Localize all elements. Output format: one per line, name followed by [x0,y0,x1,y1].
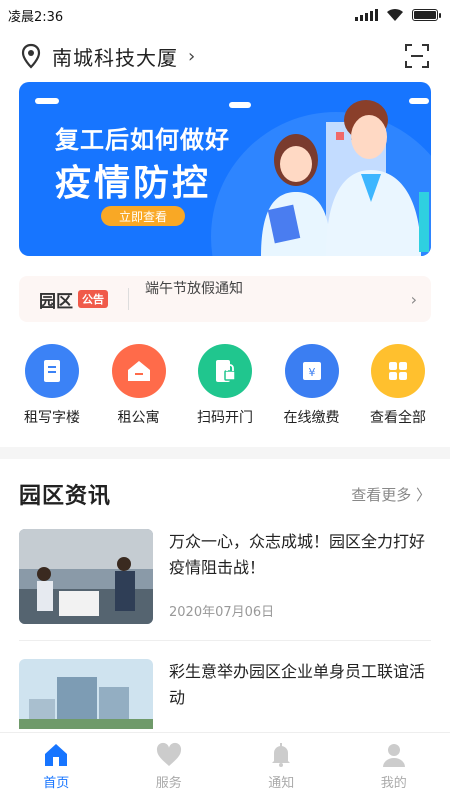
quick-item-payment[interactable]: ¥ 在线缴费 [272,344,352,427]
scan-door-icon [198,344,252,398]
quick-item-all[interactable]: 查看全部 [358,344,438,427]
quick-item-apartment[interactable]: 租公寓 [99,344,179,427]
quick-label: 租写字楼 [24,410,80,426]
tab-label: 首页 [43,776,70,791]
section-gap [0,447,450,459]
divider [19,640,431,641]
office-icon [25,344,79,398]
tab-label: 通知 [268,776,295,791]
bottom-tab-bar: 首页 服务 通知 我的 [0,732,450,800]
news-item[interactable]: 彩生意举办园区企业单身员工联谊活动 [0,659,450,729]
chevron-right-icon: › [410,289,417,309]
location-pin-icon [21,43,41,69]
signal-icon [355,9,378,21]
quick-label: 租公寓 [117,410,160,426]
bell-icon [272,743,291,767]
promo-banner[interactable]: 复工后如何做好 疫情防控 立即查看 [19,82,431,256]
news-section-title: 园区资讯 [19,484,112,509]
house-icon [111,344,166,398]
tab-notice[interactable]: 通知 [225,733,338,800]
notice-bar[interactable]: 园区 公告 端午节放假通知 › [19,276,431,322]
profile-icon [382,744,405,767]
quick-item-office[interactable]: 租写字楼 [12,344,92,427]
news-header: 园区资讯 查看更多 〉 [0,459,450,529]
news-title: 彩生意举办园区企业单身员工联谊活动 [169,662,426,707]
quick-item-scan-door[interactable]: 扫码开门 [185,344,265,427]
notice-text: 端午节放假通知 [145,281,243,297]
notice-logo-text: 园区 [39,291,73,312]
location-selector[interactable]: 南城科技大厦 › [20,42,195,71]
tab-service[interactable]: 服务 [113,733,226,800]
quick-label: 在线缴费 [283,410,340,426]
tab-label: 我的 [380,776,407,791]
news-thumbnail [19,659,153,729]
status-icons [355,8,441,22]
banner-view-button[interactable]: 立即查看 [101,206,185,226]
status-time: 凌晨2:36 [8,9,64,25]
heart-icon [156,742,181,766]
wifi-icon [387,8,403,21]
notice-divider [128,288,129,310]
doctors-illustration [261,100,429,256]
quick-actions: 租写字楼 租公寓 扫码开门 ¥ 在线缴费 查看全部 [0,344,450,427]
notice-logo: 园区 公告 [39,287,108,312]
banner-title: 复工后如何做好 [55,126,230,154]
home-icon [45,744,68,766]
notice-tag: 公告 [78,290,108,308]
quick-label: 扫码开门 [197,410,253,426]
location-name: 南城科技大厦 [52,45,178,70]
banner-headline: 疫情防控 [55,163,212,204]
news-item[interactable]: 万众一心，众志成城！园区全力打好疫情阻击战！ 2020年07月06日 [0,529,450,624]
tab-profile[interactable]: 我的 [338,733,450,800]
quick-label: 查看全部 [370,410,426,426]
payment-icon: ¥ [284,344,339,398]
battery-icon [412,9,441,21]
news-title: 万众一心，众志成城！园区全力打好疫情阻击战！ [169,532,426,577]
svg-text:¥: ¥ [308,366,315,379]
scan-icon[interactable] [404,43,430,69]
news-more-link[interactable]: 查看更多 〉 [351,484,431,505]
status-bar: 凌晨2:36 [0,0,450,30]
news-thumbnail [19,529,153,624]
news-date: 2020年07月06日 [169,605,275,620]
news-body: 万众一心，众志成城！园区全力打好疫情阻击战！ 2020年07月06日 [169,529,431,624]
grid-icon [371,344,425,398]
news-body: 彩生意举办园区企业单身员工联谊活动 [169,659,431,729]
chevron-right-icon: › [188,45,196,67]
tab-home[interactable]: 首页 [0,733,113,800]
tab-label: 服务 [155,776,182,791]
location-bar: 南城科技大厦 › [0,30,450,82]
